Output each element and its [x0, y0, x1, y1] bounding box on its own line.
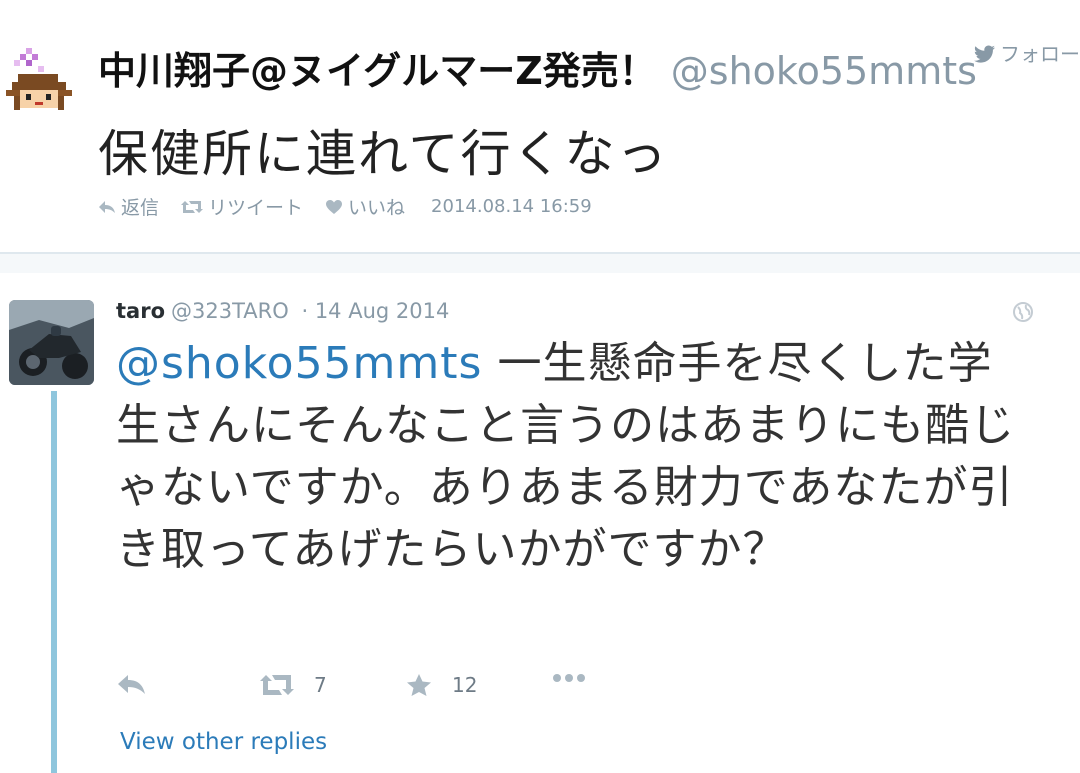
- heart-icon: [326, 199, 343, 214]
- globe-icon[interactable]: [1012, 301, 1034, 327]
- reply-tweet: taro @323TARO · 14 Aug 2014 @shoko55mmts …: [0, 273, 1080, 773]
- reply-avatar[interactable]: [9, 300, 94, 385]
- follow-label: フォロー: [1000, 42, 1080, 66]
- more-icon: [553, 674, 585, 682]
- reply-button[interactable]: 返信: [98, 193, 159, 220]
- display-name[interactable]: 中川翔子@ヌイグルマーZ発売！: [98, 49, 657, 93]
- reply-date[interactable]: · 14 Aug 2014: [301, 299, 449, 323]
- more-button[interactable]: [552, 673, 586, 683]
- reply-icon: [118, 675, 145, 694]
- view-other-replies-link[interactable]: View other replies: [120, 729, 327, 755]
- reply-header: taro @323TARO · 14 Aug 2014: [116, 299, 449, 323]
- tweet-actions: 返信 リツイート いいね 2014.08.14 16:59: [98, 193, 592, 220]
- mention-link[interactable]: @shoko55mmts: [116, 338, 482, 389]
- like-label: いいね: [348, 197, 406, 219]
- tweet-text: 保健所に連れて行くなっ: [98, 125, 669, 183]
- retweet-icon: [181, 200, 204, 213]
- reply-display-name[interactable]: taro: [116, 299, 165, 323]
- favorite-button[interactable]: 12: [406, 673, 477, 697]
- reply-user-handle[interactable]: @323TARO: [171, 299, 289, 323]
- follow-button[interactable]: フォロー: [974, 38, 1080, 68]
- thread-line: [51, 391, 57, 773]
- retweet-icon: [260, 675, 294, 695]
- reply-text: @shoko55mmts 一生懸命手を尽くした学生さんにそんなこと言うのはあまり…: [116, 333, 1016, 581]
- tweet-timestamp[interactable]: 2014.08.14 16:59: [431, 196, 592, 217]
- retweet-button[interactable]: リツイート: [181, 193, 303, 220]
- reply-button[interactable]: [116, 673, 146, 695]
- favorite-count: 12: [452, 673, 478, 697]
- retweet-button[interactable]: 7: [260, 673, 327, 697]
- original-tweet: 中川翔子@ヌイグルマーZ発売！ @shoko55mmts フォロー 保健所に連れて…: [0, 0, 1080, 250]
- user-handle[interactable]: @shoko55mmts: [671, 49, 977, 93]
- star-icon: [407, 674, 431, 696]
- divider: [0, 252, 1080, 275]
- like-button[interactable]: いいね: [325, 193, 405, 220]
- tweet-header: 中川翔子@ヌイグルマーZ発売！ @shoko55mmts: [98, 40, 1080, 95]
- reply-icon: [99, 200, 115, 213]
- retweet-count: 7: [314, 673, 327, 697]
- avatar[interactable]: [4, 44, 76, 116]
- twitter-bird-icon: [974, 44, 996, 68]
- retweet-label: リツイート: [208, 197, 304, 219]
- reply-actions: 7 12: [116, 673, 616, 713]
- reply-label: 返信: [121, 197, 160, 219]
